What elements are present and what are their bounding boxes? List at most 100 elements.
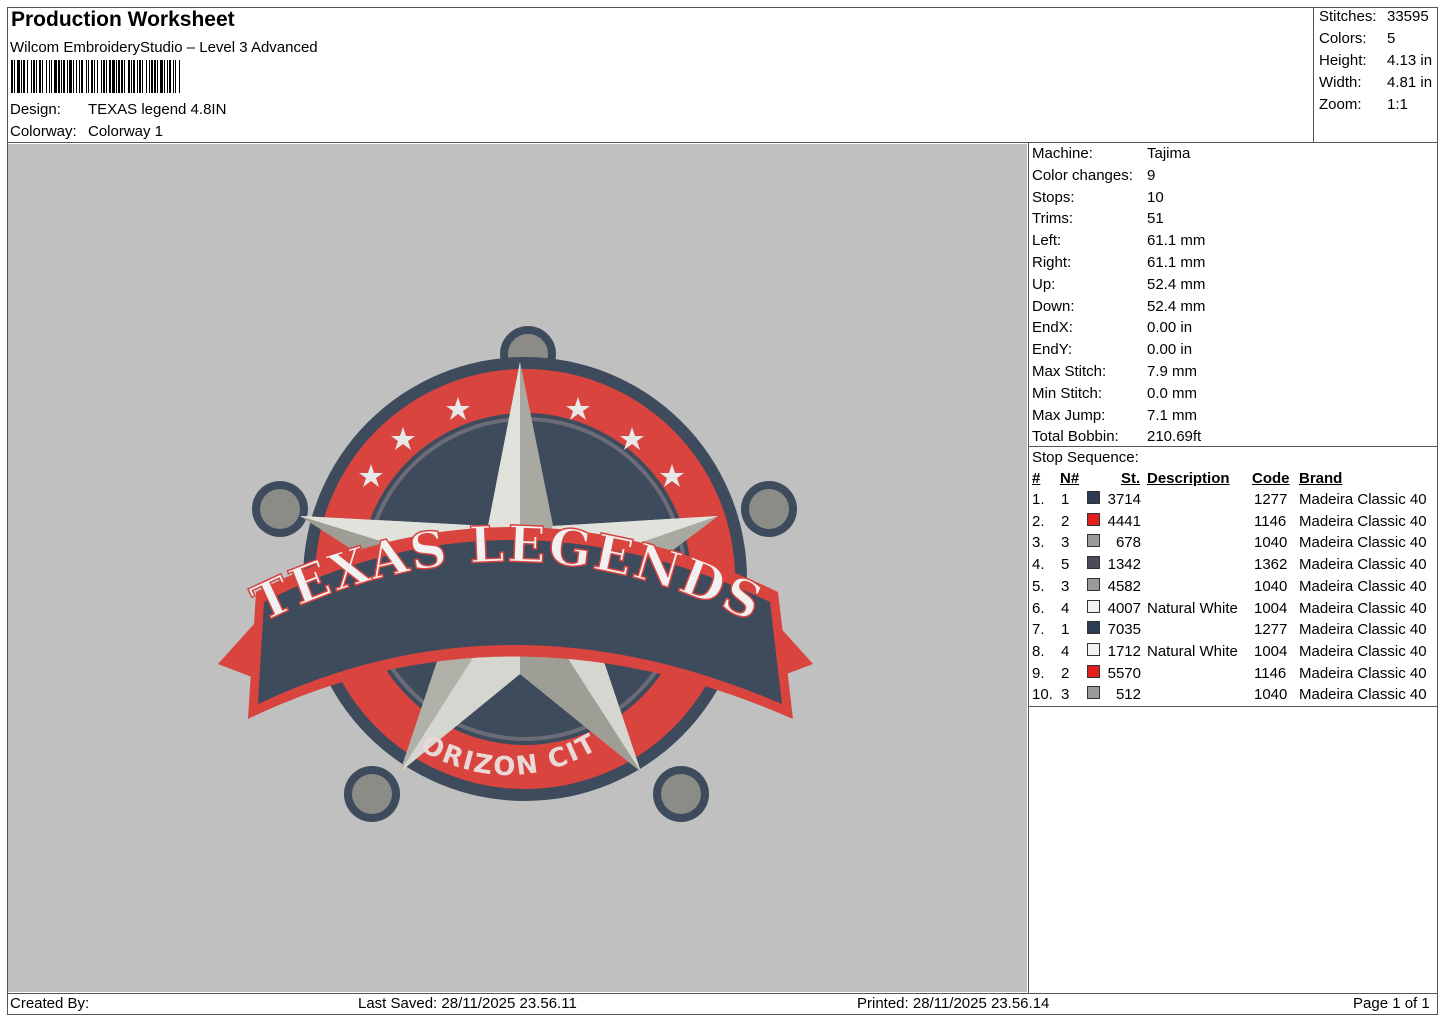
design-value: TEXAS legend 4.8IN [88,101,227,118]
info-divider [1028,446,1438,447]
row-stitches: 1342 [1107,556,1141,574]
summary-row: Width: 4.81 in [1319,74,1432,91]
row-code: 1362 [1254,556,1288,574]
row-code: 1146 [1254,512,1287,530]
color-swatch [1087,512,1100,526]
row-needle: 4 [1061,599,1070,617]
table-row: 10. 3 512 1040 Madeira Classic 40 [1032,686,1438,708]
software-name: Wilcom EmbroideryStudio – Level 3 Advanc… [10,39,318,56]
table-row: 5. 3 4582 1040 Madeira Classic 40 [1032,577,1438,600]
machine-info-row: Color changes: 9 [1032,167,1155,184]
color-swatch [1087,686,1100,700]
embroidery-design: TEXAS LEGENDS HORIZON CITY [8,144,813,822]
summary-value: 5 [1387,30,1396,47]
row-brand: Madeira Classic 40 [1299,556,1427,574]
summary-label: Height: [1319,52,1367,69]
row-stitches: 512 [1115,686,1141,704]
machine-info-label: Right: [1032,254,1072,271]
summary-row: Zoom: 1:1 [1319,96,1408,113]
summary-value: 4.13 in [1387,52,1433,69]
row-brand: Madeira Classic 40 [1299,642,1427,660]
row-brand: Madeira Classic 40 [1299,599,1427,617]
row-needle: 2 [1061,512,1070,530]
row-number: 3. [1032,534,1045,552]
machine-info-label: Min Stitch: [1032,384,1103,402]
color-swatch [1087,491,1100,504]
row-stitches: 678 [1115,534,1141,552]
header-divider [7,142,1438,143]
table-row: 8. 4 1712 Natural White 1004 Madeira Classic … [1032,642,1438,665]
row-number: 8. [1032,642,1045,660]
color-swatch [1087,599,1100,613]
row-stitches: 4007 [1107,599,1141,617]
machine-info-row: Up: 52.4 mm [1032,276,1205,293]
row-stitches: 5570 [1107,664,1141,682]
row-needle: 3 [1061,534,1070,552]
row-description: Natural White [1147,642,1238,660]
row-stitches: 3714 [1107,491,1141,508]
colorway-value: Colorway 1 [88,123,164,140]
page-number: Page 1 of 1 [1353,995,1430,1012]
table-row: 6. 4 4007 Natural White 1004 Madeira Classic … [1032,599,1438,622]
row-code: 1040 [1254,534,1288,552]
row-number: 10. [1032,686,1053,704]
color-swatch [1087,664,1100,678]
summary-value: 1:1 [1387,96,1408,113]
row-number: 9. [1032,664,1045,682]
row-number: 5. [1032,577,1045,595]
row-needle: 5 [1061,556,1070,574]
row-code: 1004 [1254,642,1288,660]
row-number: 1. [1032,491,1045,508]
preview-divider [1028,142,1029,994]
row-code: 1277 [1254,491,1288,508]
row-brand: Madeira Classic 40 [1299,491,1427,508]
row-stitches: 7035 [1107,621,1141,639]
col-num-header: # [1032,470,1041,487]
machine-info-value: 210.69ft [1147,428,1202,446]
col-description-header: Description [1147,470,1230,487]
summary-value: 4.81 in [1387,74,1433,91]
row-code: 1040 [1254,577,1288,595]
machine-info-value: 52.4 mm [1147,275,1206,293]
last-saved: Last Saved: 28/11/2025 23.56.11 [358,995,577,1012]
summary-row: Colors: 5 [1319,30,1395,47]
machine-info-value: 61.1 mm [1147,232,1206,250]
table-row: 7. 1 7035 1277 Madeira Classic 40 [1032,621,1438,643]
design-preview: TEXAS LEGENDS HORIZON CITY [8,144,1027,992]
summary-row: Stitches: 33595 [1319,8,1429,25]
row-stitches: 4441 [1107,512,1141,530]
summary-label: Width: [1319,74,1362,91]
machine-info-value: 51 [1147,210,1164,228]
row-needle: 1 [1061,491,1070,508]
color-swatch [1087,534,1100,548]
machine-info-value: 10 [1147,188,1164,206]
footer-divider [7,993,1438,994]
row-code: 1277 [1254,621,1288,639]
machine-info-row: Machine: Tajima [1032,145,1190,162]
col-needle-header: N# [1060,470,1080,487]
summary-label: Zoom: [1319,96,1362,113]
machine-info-value: 61.1 mm [1147,254,1206,271]
row-needle: 1 [1061,621,1070,639]
table-row: 2. 2 4441 1146 Madeira Classic 40 [1032,512,1438,535]
row-brand: Madeira Classic 40 [1299,512,1427,530]
machine-info-row: Right: 61.1 mm [1032,254,1205,271]
machine-info-value: Tajima [1147,145,1191,162]
machine-info-row: Trims: 51 [1032,210,1164,227]
color-swatch [1087,577,1100,591]
machine-info-label: Machine: [1032,145,1093,162]
machine-info-row: Stops: 10 [1032,189,1164,206]
printed-date: Printed: 28/11/2025 23.56.14 [857,995,1050,1012]
row-needle: 4 [1061,642,1070,660]
machine-info-label: Max Stitch: [1032,363,1107,380]
summary-divider [1313,7,1314,143]
machine-info-row: Left: 61.1 mm [1032,232,1205,249]
row-brand: Madeira Classic 40 [1299,621,1427,639]
design-row: Design: TEXAS legend 4.8IN [10,101,226,118]
machine-info-row: Min Stitch: 0.0 mm [1032,385,1197,402]
machine-info-label: EndX: [1032,319,1073,337]
machine-info-row: EndX: 0.00 in [1032,319,1192,336]
machine-info-value: 9 [1147,166,1156,184]
machine-info-row: Total Bobbin: 210.69ft [1032,428,1201,445]
colorway-row: Colorway: Colorway 1 [10,123,163,140]
